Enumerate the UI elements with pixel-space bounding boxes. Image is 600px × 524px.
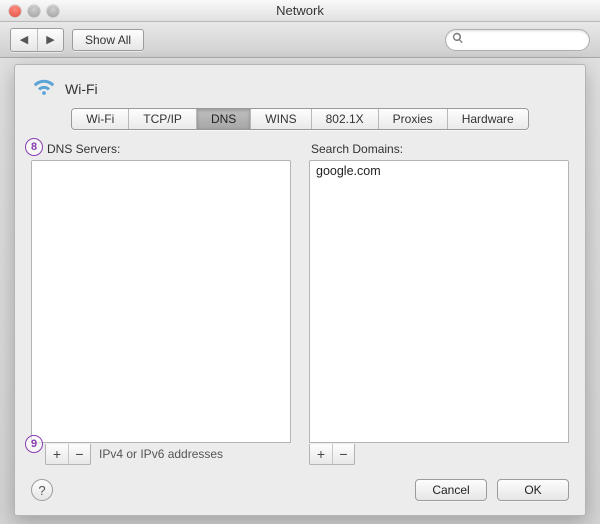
search-input[interactable]: [468, 33, 583, 47]
window-title: Network: [0, 3, 600, 18]
dns-remove-button[interactable]: −: [68, 444, 90, 464]
back-button[interactable]: ◀: [11, 29, 37, 51]
tab-tcp-ip[interactable]: TCP/IP: [128, 109, 196, 129]
annotation-8: 8: [25, 138, 43, 156]
forward-icon: ▶: [46, 33, 54, 46]
help-button[interactable]: ?: [31, 479, 53, 501]
ok-button[interactable]: OK: [497, 479, 569, 501]
dns-servers-label: DNS Servers:: [31, 142, 291, 156]
search-domain-item[interactable]: google.com: [313, 163, 565, 179]
sheet-header: Wi-Fi: [31, 77, 569, 100]
tab-hardware[interactable]: Hardware: [447, 109, 528, 129]
search-icon: [452, 32, 464, 47]
wifi-icon: [31, 77, 57, 100]
tab-proxies[interactable]: Proxies: [378, 109, 447, 129]
show-all-button[interactable]: Show All: [72, 29, 144, 51]
dns-add-button[interactable]: +: [46, 444, 68, 464]
tab-wi-fi[interactable]: Wi-Fi: [72, 109, 128, 129]
dns-servers-column: 8 DNS Servers: 9 + − IPv4 or IPv6 addres…: [31, 142, 291, 465]
zoom-window-button[interactable]: [47, 5, 59, 17]
annotation-9: 9: [25, 435, 43, 453]
search-domain-remove-button[interactable]: −: [332, 444, 354, 464]
minimize-window-button[interactable]: [28, 5, 40, 17]
close-window-button[interactable]: [9, 5, 21, 17]
dns-hint: IPv4 or IPv6 addresses: [99, 447, 223, 461]
toolbar: ◀ ▶ Show All: [0, 22, 600, 58]
back-icon: ◀: [20, 33, 28, 46]
tab-802-1x[interactable]: 802.1X: [311, 109, 378, 129]
cancel-button[interactable]: Cancel: [415, 479, 487, 501]
sheet-tabs: Wi-FiTCP/IPDNSWINS802.1XProxiesHardware: [71, 108, 528, 130]
tab-wins[interactable]: WINS: [250, 109, 310, 129]
nav-back-forward: ◀ ▶: [10, 28, 64, 52]
window-titlebar: Network: [0, 0, 600, 22]
search-domains-column: Search Domains: google.com + −: [309, 142, 569, 465]
sheet-title: Wi-Fi: [65, 81, 98, 97]
advanced-sheet: Wi-Fi Wi-FiTCP/IPDNSWINS802.1XProxiesHar…: [14, 64, 586, 516]
search-field-container[interactable]: [445, 29, 590, 51]
forward-button[interactable]: ▶: [37, 29, 63, 51]
traffic-lights: [0, 5, 59, 17]
search-domains-list[interactable]: google.com: [309, 160, 569, 443]
dns-servers-list[interactable]: [31, 160, 291, 443]
preference-pane-body: Wi-Fi Wi-FiTCP/IPDNSWINS802.1XProxiesHar…: [0, 58, 600, 524]
search-domains-label: Search Domains:: [309, 142, 569, 156]
search-domain-add-button[interactable]: +: [310, 444, 332, 464]
tab-dns[interactable]: DNS: [196, 109, 250, 129]
